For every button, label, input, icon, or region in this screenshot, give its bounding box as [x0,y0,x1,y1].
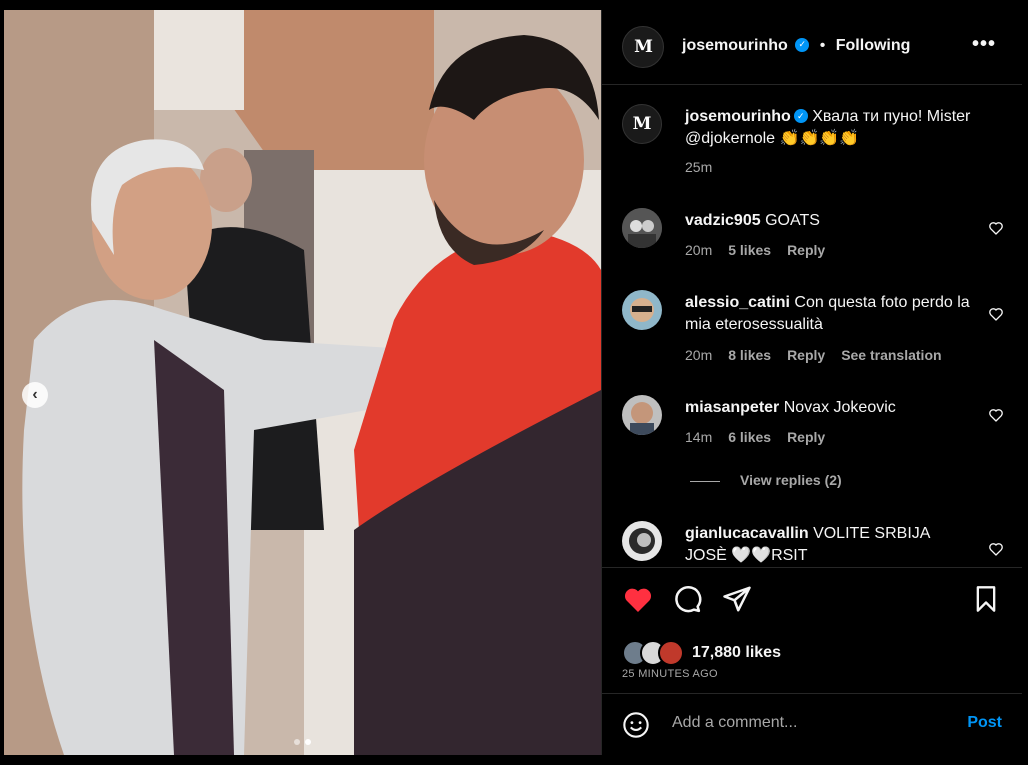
comment-body: Novax Jokeovic [783,399,896,416]
comment-text: miasanpeter Novax Jokeovic [685,397,975,419]
avatar[interactable]: M [622,26,664,68]
post-timestamp: 25 MINUTES AGO [622,668,718,680]
username-link[interactable]: josemourinho [682,37,788,54]
heart-icon[interactable] [988,407,1004,423]
comment-meta: 20m 8 likes Reply See translation [685,347,958,363]
post-photo[interactable]: ‹ [4,10,601,755]
heart-icon[interactable] [988,306,1004,322]
see-translation-link[interactable]: See translation [841,347,941,363]
comment-username[interactable]: gianlucacavallin [685,525,809,542]
comment-body: GOATS [765,212,820,229]
more-icon[interactable]: ••• [972,34,996,54]
comment-username[interactable]: vadzic905 [685,212,761,229]
avatar[interactable] [622,395,662,435]
heart-icon[interactable] [622,584,654,616]
reply-button[interactable]: Reply [787,347,825,363]
divider [690,480,720,482]
comment-meta: 20m 5 likes Reply [685,242,841,258]
comment-icon[interactable] [672,584,702,614]
header-user: josemourinho ✓ • Following [682,37,910,55]
avatar[interactable] [622,290,662,330]
comment-text: vadzic905 GOATS [685,210,975,232]
heart-icon[interactable] [988,220,1004,236]
comment-text: alessio_catini Con questa foto perdo la … [685,292,975,336]
avatar-image [622,521,662,561]
avatar[interactable] [622,208,662,248]
avatar-image [622,208,662,248]
comment-time: 20m [685,347,713,363]
comment-likes[interactable]: 6 likes [728,429,771,445]
avatar-image [622,290,662,330]
avatar[interactable] [622,521,662,561]
following-button[interactable]: Following [836,37,911,54]
comment-time: 20m [685,242,713,258]
comment-time: 14m [685,429,713,445]
caption-time: 25m [685,159,713,175]
carousel-indicator [294,739,311,745]
separator: • [819,37,826,54]
caption-username[interactable]: josemourinho [685,108,791,125]
comment-text: gianlucacavallin VOLITE SRBIJA JOSÈ 🤍🤍RS… [685,523,975,567]
comment-input[interactable]: Add a comment... [672,714,797,732]
comment-username[interactable]: alessio_catini [685,294,790,311]
avatar[interactable]: M [622,104,662,144]
carousel-prev-button[interactable]: ‹ [22,382,48,408]
caption-text: josemourinho ✓ Хвала ти пуно! Mister @djo… [685,106,975,150]
share-icon[interactable] [722,584,752,614]
post-side-panel: M josemourinho ✓ • Following ••• M josem… [601,10,1022,755]
comments-list[interactable]: M josemourinho ✓ Хвала ти пуно! Mister @d… [602,84,1022,567]
add-comment-bar: Add a comment... Post [602,693,1022,756]
reply-button[interactable]: Reply [787,242,825,258]
reply-button[interactable]: Reply [787,429,825,445]
likes-count[interactable]: 17,880 likes [692,644,781,662]
avatar [658,640,684,666]
heart-icon[interactable] [988,541,1004,557]
instagram-post-modal: ‹ M josemourinho ✓ • Following ••• M jos… [0,0,1028,765]
chevron-left-icon: ‹ [32,386,38,403]
comment-meta: 14m 6 likes Reply [685,429,841,445]
emoji-icon[interactable] [622,711,650,739]
post-button[interactable]: Post [967,714,1002,732]
verified-icon: ✓ [793,108,808,123]
post-actions: 17,880 likes 25 MINUTES AGO [602,567,1022,694]
carousel-dot-active [305,739,311,745]
verified-icon: ✓ [795,37,810,52]
photo-illustration [4,10,601,755]
carousel-dot [294,739,300,745]
avatar-image [622,395,662,435]
view-replies-button[interactable]: View replies (2) [690,472,842,488]
post-header: M josemourinho ✓ • Following ••• [602,10,1022,85]
likes-summary[interactable]: 17,880 likes [622,640,781,666]
bookmark-icon[interactable] [972,584,1000,614]
comment-username[interactable]: miasanpeter [685,399,779,416]
comment-likes[interactable]: 5 likes [728,242,771,258]
comment-likes[interactable]: 8 likes [728,347,771,363]
